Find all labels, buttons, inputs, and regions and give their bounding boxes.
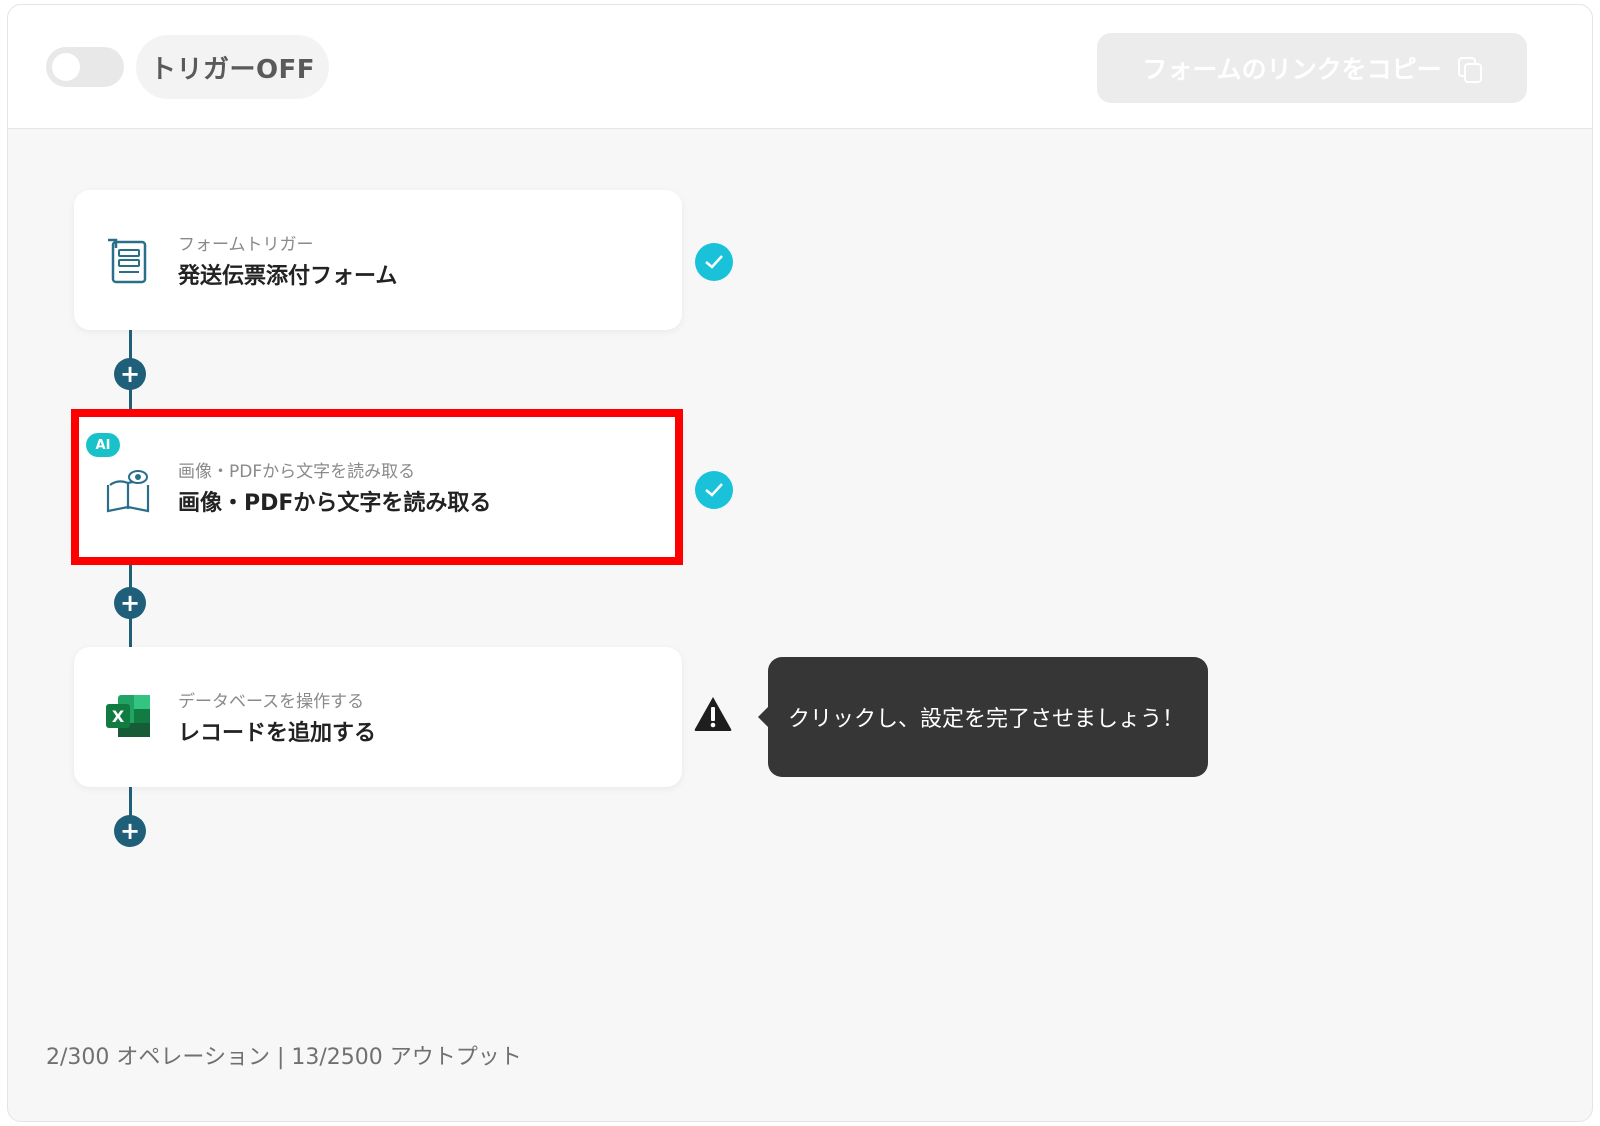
- trigger-toggle[interactable]: [46, 47, 124, 87]
- step-title: 発送伝票添付フォーム: [178, 264, 398, 289]
- top-bar: トリガーOFF フォームのリンクをコピー: [8, 5, 1592, 129]
- step-title: 画像・PDFから文字を読み取る: [178, 491, 492, 516]
- step-category: データベースを操作する: [178, 692, 365, 712]
- toggle-knob: [52, 53, 80, 81]
- warning-icon: [694, 697, 732, 731]
- usage-counter: 2/300 オペレーション | 13/2500 アウトプット: [46, 1045, 522, 1070]
- step-complete-check-icon: [695, 471, 733, 509]
- ai-badge: AI: [86, 433, 120, 457]
- add-step-button[interactable]: +: [114, 815, 146, 847]
- book-eye-icon: [106, 470, 150, 513]
- copy-form-link-label: フォームのリンクをコピー: [1142, 55, 1442, 84]
- step-title: レコードを追加する: [178, 721, 377, 746]
- setup-tooltip: クリックし、設定を完了させましょう！: [758, 657, 1208, 777]
- trigger-status-label: トリガーOFF: [136, 35, 329, 99]
- flow-connector: [129, 787, 132, 817]
- svg-text:X: X: [112, 707, 125, 726]
- form-icon: [108, 238, 147, 284]
- add-step-button[interactable]: +: [114, 358, 146, 390]
- excel-icon: X: [106, 695, 150, 737]
- step-category: フォームトリガー: [178, 235, 314, 255]
- step-complete-check-icon: [695, 243, 733, 281]
- flow-step-ocr[interactable]: 画像・PDFから文字を読み取る 画像・PDFから文字を読み取る: [74, 417, 682, 557]
- copy-form-link-button[interactable]: フォームのリンクをコピー: [1097, 33, 1527, 103]
- flow-editor-frame: トリガーOFF フォームのリンクをコピー フォームトリガー 発送伝票添付フォーム…: [7, 4, 1593, 1122]
- tooltip-text: クリックし、設定を完了させましょう！: [788, 707, 1185, 732]
- copy-icon: [1456, 55, 1482, 83]
- add-step-button[interactable]: +: [114, 587, 146, 619]
- flow-step-form-trigger[interactable]: フォームトリガー 発送伝票添付フォーム: [74, 190, 682, 330]
- step-category: 画像・PDFから文字を読み取る: [178, 462, 416, 482]
- flow-step-add-record[interactable]: X データベースを操作する レコードを追加する: [74, 647, 682, 787]
